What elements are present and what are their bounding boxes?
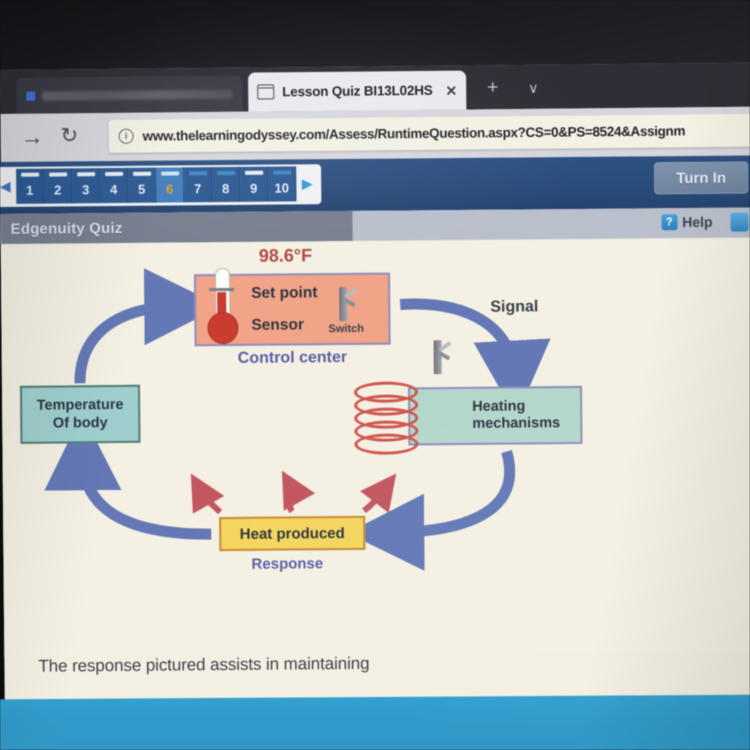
pager-next-button[interactable]: ▶ xyxy=(296,166,319,202)
favicon-icon xyxy=(26,91,36,101)
turn-in-button[interactable]: Turn In xyxy=(654,161,749,195)
toolbar-blue-button[interactable] xyxy=(730,212,749,232)
arrow-temp-to-control xyxy=(74,268,222,384)
active-tab[interactable]: Lesson Quiz BI13L02HS ✕ xyxy=(248,70,467,112)
monitor-photo: Lesson Quiz BI13L02HS ✕ + ∨ → ↺ i www.th… xyxy=(0,0,750,750)
pager-item-6-current[interactable]: 6 xyxy=(156,167,185,203)
pager-number: 4 xyxy=(110,181,118,198)
close-icon[interactable]: ✕ xyxy=(445,82,457,98)
question-mark-icon: ? xyxy=(661,214,678,231)
pager-bar xyxy=(245,170,264,175)
site-info-icon[interactable]: i xyxy=(118,128,134,144)
pager-item-2[interactable]: 2 xyxy=(44,168,73,204)
pager-bar xyxy=(161,171,180,176)
pager-bar xyxy=(21,172,40,177)
help-label: Help xyxy=(682,213,713,231)
heating-coil-icon xyxy=(353,379,419,458)
pager-item-1[interactable]: 1 xyxy=(16,168,45,204)
temperature-of-body-box: Temperature Of body xyxy=(19,384,141,444)
temperature-line2: Of body xyxy=(52,415,108,432)
temperature-line1: Temperature xyxy=(36,396,124,414)
pager-number: 8 xyxy=(222,180,230,197)
pager-item-4[interactable]: 4 xyxy=(100,167,129,204)
pager-number: 3 xyxy=(82,182,90,198)
pager-item-3[interactable]: 3 xyxy=(72,168,101,204)
tab-page-icon xyxy=(257,84,275,100)
switch-icon xyxy=(339,286,358,322)
pager-item-8[interactable]: 8 xyxy=(212,166,241,203)
arrow-heat-left xyxy=(190,473,225,515)
quiz-page: ◀ 1 2 3 4 5 6 7 8 9 10 ▶ Turn In Edgenui… xyxy=(0,155,750,750)
response-label: Response xyxy=(251,555,324,573)
sensor-label: Sensor xyxy=(251,316,305,334)
pager-list: 1 2 3 4 5 6 7 8 9 10 xyxy=(16,166,297,204)
browser-tab-strip: Lesson Quiz BI13L02HS ✕ + ∨ xyxy=(0,62,750,114)
background-tab-title xyxy=(42,89,233,101)
pager-item-9[interactable]: 9 xyxy=(240,166,269,202)
pager-bar xyxy=(217,170,236,176)
help-button[interactable]: ? Help xyxy=(661,213,713,231)
pager-item-10[interactable]: 10 xyxy=(268,166,297,202)
switch-label: Switch xyxy=(328,322,364,336)
arrow-heat-center xyxy=(281,470,316,514)
heat-produced-label: Heat produced xyxy=(239,524,345,543)
browser-chrome: Lesson Quiz BI13L02HS ✕ + ∨ → ↺ i www.th… xyxy=(0,62,750,165)
heating-mechanisms-box: Heating mechanisms xyxy=(353,381,583,455)
pager-bar xyxy=(189,171,208,176)
pager-number: 9 xyxy=(250,180,258,196)
address-bar[interactable]: i www.thelearningodyssey.com/Assess/Runt… xyxy=(108,113,750,153)
heating-line1: Heating xyxy=(472,398,526,415)
quiz-toolbar: ◀ 1 2 3 4 5 6 7 8 9 10 ▶ Turn In xyxy=(0,155,750,215)
heating-line2: mechanisms xyxy=(472,415,561,432)
quiz-brand-label: Edgenuity Quiz xyxy=(10,219,123,238)
chevron-down-icon[interactable]: ∨ xyxy=(528,80,538,96)
set-point-label: Set point xyxy=(251,284,318,302)
set-point-temperature-value: 98.6°F xyxy=(258,245,313,266)
quiz-brand-area: Edgenuity Quiz xyxy=(0,210,353,244)
pager-bar xyxy=(49,172,68,177)
pager-item-7[interactable]: 7 xyxy=(184,167,213,203)
pager-prev-button[interactable]: ◀ xyxy=(0,168,17,205)
arrow-heat-right xyxy=(360,473,397,514)
heat-produced-box: Heat produced xyxy=(219,515,366,552)
pager-bar xyxy=(77,172,96,177)
pager-number: 10 xyxy=(274,180,290,196)
pager-number: 7 xyxy=(194,181,202,197)
url-text: www.thelearningodyssey.com/Assess/Runtim… xyxy=(142,123,686,144)
pager-number: 2 xyxy=(54,182,62,198)
signal-switch-icon xyxy=(433,340,452,375)
pager-number: 5 xyxy=(138,181,146,197)
reload-icon[interactable]: ↺ xyxy=(61,124,79,147)
control-center-label: Control center xyxy=(237,348,348,367)
pager-item-5[interactable]: 5 xyxy=(128,167,157,203)
arrow-heating-to-heat xyxy=(347,450,516,571)
pager-number: 6 xyxy=(166,181,174,197)
desktop-background xyxy=(0,700,750,750)
control-center-box: Set point Sensor Switch xyxy=(193,267,391,347)
pager-bar xyxy=(105,171,124,177)
new-tab-button[interactable]: + xyxy=(487,77,498,98)
quiz-subbar: Edgenuity Quiz ? Help xyxy=(0,207,750,245)
pager-number: 1 xyxy=(26,182,34,198)
question-text: The response pictured assists in maintai… xyxy=(38,653,370,676)
question-pager: ◀ 1 2 3 4 5 6 7 8 9 10 ▶ xyxy=(0,164,322,208)
signal-label: Signal xyxy=(490,298,539,316)
forward-arrow-icon[interactable]: → xyxy=(21,124,44,150)
arrow-heat-to-temp xyxy=(44,413,212,540)
pager-bar xyxy=(273,170,292,175)
homeostasis-diagram: 98.6°F Set point Sensor Switch Control c… xyxy=(0,239,750,658)
thermometer-icon xyxy=(204,267,239,354)
background-tab[interactable] xyxy=(16,75,243,114)
active-tab-title: Lesson Quiz BI13L02HS xyxy=(282,82,433,100)
pager-bar xyxy=(133,171,152,176)
